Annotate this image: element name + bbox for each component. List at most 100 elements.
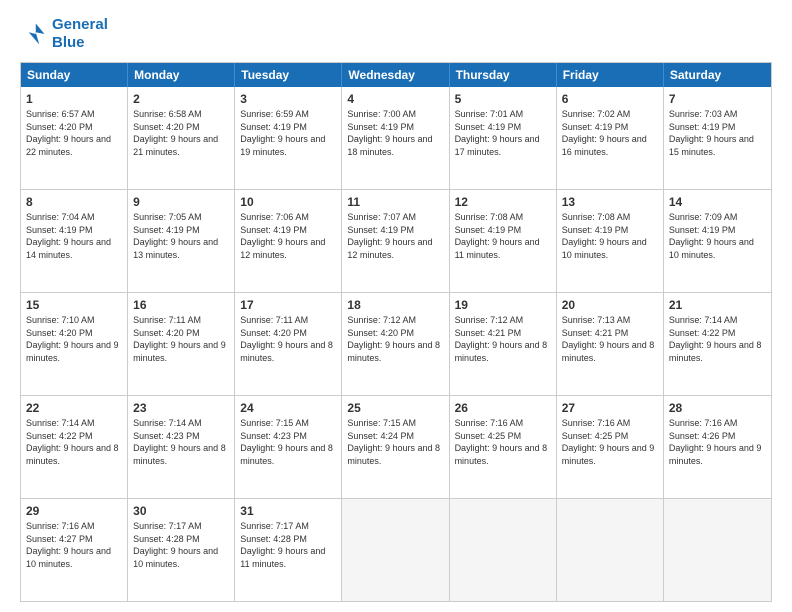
day-info: Sunrise: 7:14 AM Sunset: 4:22 PM Dayligh…	[26, 417, 122, 467]
day-cell-1: 1Sunrise: 6:57 AM Sunset: 4:20 PM Daylig…	[21, 87, 128, 189]
day-number: 2	[133, 91, 229, 107]
logo: General Blue	[20, 16, 108, 52]
day-number: 11	[347, 194, 443, 210]
day-number: 21	[669, 297, 766, 313]
calendar-header: SundayMondayTuesdayWednesdayThursdayFrid…	[21, 63, 771, 87]
day-cell-3: 3Sunrise: 6:59 AM Sunset: 4:19 PM Daylig…	[235, 87, 342, 189]
day-info: Sunrise: 6:58 AM Sunset: 4:20 PM Dayligh…	[133, 108, 229, 158]
day-cell-2: 2Sunrise: 6:58 AM Sunset: 4:20 PM Daylig…	[128, 87, 235, 189]
day-number: 13	[562, 194, 658, 210]
header: General Blue	[20, 16, 772, 52]
day-cell-14: 14Sunrise: 7:09 AM Sunset: 4:19 PM Dayli…	[664, 190, 771, 292]
day-number: 27	[562, 400, 658, 416]
calendar-row-5: 29Sunrise: 7:16 AM Sunset: 4:27 PM Dayli…	[21, 498, 771, 601]
day-cell-5: 5Sunrise: 7:01 AM Sunset: 4:19 PM Daylig…	[450, 87, 557, 189]
day-info: Sunrise: 7:04 AM Sunset: 4:19 PM Dayligh…	[26, 211, 122, 261]
day-info: Sunrise: 7:11 AM Sunset: 4:20 PM Dayligh…	[133, 314, 229, 364]
day-info: Sunrise: 6:57 AM Sunset: 4:20 PM Dayligh…	[26, 108, 122, 158]
day-number: 31	[240, 503, 336, 519]
day-number: 24	[240, 400, 336, 416]
day-info: Sunrise: 7:09 AM Sunset: 4:19 PM Dayligh…	[669, 211, 766, 261]
day-cell-10: 10Sunrise: 7:06 AM Sunset: 4:19 PM Dayli…	[235, 190, 342, 292]
day-cell-24: 24Sunrise: 7:15 AM Sunset: 4:23 PM Dayli…	[235, 396, 342, 498]
header-day-tuesday: Tuesday	[235, 63, 342, 87]
day-info: Sunrise: 7:14 AM Sunset: 4:23 PM Dayligh…	[133, 417, 229, 467]
day-number: 26	[455, 400, 551, 416]
day-cell-13: 13Sunrise: 7:08 AM Sunset: 4:19 PM Dayli…	[557, 190, 664, 292]
day-cell-25: 25Sunrise: 7:15 AM Sunset: 4:24 PM Dayli…	[342, 396, 449, 498]
day-cell-23: 23Sunrise: 7:14 AM Sunset: 4:23 PM Dayli…	[128, 396, 235, 498]
page: General Blue SundayMondayTuesdayWednesda…	[0, 0, 792, 612]
day-number: 25	[347, 400, 443, 416]
day-info: Sunrise: 7:17 AM Sunset: 4:28 PM Dayligh…	[133, 520, 229, 570]
day-info: Sunrise: 7:15 AM Sunset: 4:24 PM Dayligh…	[347, 417, 443, 467]
day-info: Sunrise: 7:13 AM Sunset: 4:21 PM Dayligh…	[562, 314, 658, 364]
day-cell-18: 18Sunrise: 7:12 AM Sunset: 4:20 PM Dayli…	[342, 293, 449, 395]
day-info: Sunrise: 7:12 AM Sunset: 4:20 PM Dayligh…	[347, 314, 443, 364]
day-number: 7	[669, 91, 766, 107]
day-info: Sunrise: 7:16 AM Sunset: 4:25 PM Dayligh…	[562, 417, 658, 467]
day-number: 15	[26, 297, 122, 313]
empty-cell	[664, 499, 771, 601]
day-info: Sunrise: 7:15 AM Sunset: 4:23 PM Dayligh…	[240, 417, 336, 467]
day-number: 19	[455, 297, 551, 313]
empty-cell	[342, 499, 449, 601]
day-info: Sunrise: 7:16 AM Sunset: 4:25 PM Dayligh…	[455, 417, 551, 467]
day-cell-26: 26Sunrise: 7:16 AM Sunset: 4:25 PM Dayli…	[450, 396, 557, 498]
day-number: 22	[26, 400, 122, 416]
logo-icon	[20, 20, 48, 48]
day-info: Sunrise: 7:12 AM Sunset: 4:21 PM Dayligh…	[455, 314, 551, 364]
day-cell-31: 31Sunrise: 7:17 AM Sunset: 4:28 PM Dayli…	[235, 499, 342, 601]
day-cell-29: 29Sunrise: 7:16 AM Sunset: 4:27 PM Dayli…	[21, 499, 128, 601]
day-cell-11: 11Sunrise: 7:07 AM Sunset: 4:19 PM Dayli…	[342, 190, 449, 292]
calendar: SundayMondayTuesdayWednesdayThursdayFrid…	[20, 62, 772, 602]
day-info: Sunrise: 7:02 AM Sunset: 4:19 PM Dayligh…	[562, 108, 658, 158]
day-info: Sunrise: 7:17 AM Sunset: 4:28 PM Dayligh…	[240, 520, 336, 570]
day-number: 14	[669, 194, 766, 210]
day-info: Sunrise: 7:01 AM Sunset: 4:19 PM Dayligh…	[455, 108, 551, 158]
day-number: 16	[133, 297, 229, 313]
day-info: Sunrise: 7:08 AM Sunset: 4:19 PM Dayligh…	[455, 211, 551, 261]
day-cell-15: 15Sunrise: 7:10 AM Sunset: 4:20 PM Dayli…	[21, 293, 128, 395]
day-cell-7: 7Sunrise: 7:03 AM Sunset: 4:19 PM Daylig…	[664, 87, 771, 189]
day-info: Sunrise: 7:00 AM Sunset: 4:19 PM Dayligh…	[347, 108, 443, 158]
day-info: Sunrise: 6:59 AM Sunset: 4:19 PM Dayligh…	[240, 108, 336, 158]
calendar-body: 1Sunrise: 6:57 AM Sunset: 4:20 PM Daylig…	[21, 87, 771, 601]
day-info: Sunrise: 7:05 AM Sunset: 4:19 PM Dayligh…	[133, 211, 229, 261]
day-cell-21: 21Sunrise: 7:14 AM Sunset: 4:22 PM Dayli…	[664, 293, 771, 395]
calendar-row-3: 15Sunrise: 7:10 AM Sunset: 4:20 PM Dayli…	[21, 292, 771, 395]
day-cell-22: 22Sunrise: 7:14 AM Sunset: 4:22 PM Dayli…	[21, 396, 128, 498]
day-number: 17	[240, 297, 336, 313]
header-day-saturday: Saturday	[664, 63, 771, 87]
header-day-monday: Monday	[128, 63, 235, 87]
day-info: Sunrise: 7:16 AM Sunset: 4:27 PM Dayligh…	[26, 520, 122, 570]
empty-cell	[450, 499, 557, 601]
day-cell-4: 4Sunrise: 7:00 AM Sunset: 4:19 PM Daylig…	[342, 87, 449, 189]
logo-text: General Blue	[52, 16, 108, 52]
day-cell-12: 12Sunrise: 7:08 AM Sunset: 4:19 PM Dayli…	[450, 190, 557, 292]
day-info: Sunrise: 7:11 AM Sunset: 4:20 PM Dayligh…	[240, 314, 336, 364]
day-cell-19: 19Sunrise: 7:12 AM Sunset: 4:21 PM Dayli…	[450, 293, 557, 395]
calendar-row-2: 8Sunrise: 7:04 AM Sunset: 4:19 PM Daylig…	[21, 189, 771, 292]
day-number: 1	[26, 91, 122, 107]
header-day-thursday: Thursday	[450, 63, 557, 87]
day-info: Sunrise: 7:07 AM Sunset: 4:19 PM Dayligh…	[347, 211, 443, 261]
day-number: 20	[562, 297, 658, 313]
day-number: 30	[133, 503, 229, 519]
header-day-friday: Friday	[557, 63, 664, 87]
header-day-wednesday: Wednesday	[342, 63, 449, 87]
day-cell-27: 27Sunrise: 7:16 AM Sunset: 4:25 PM Dayli…	[557, 396, 664, 498]
day-info: Sunrise: 7:03 AM Sunset: 4:19 PM Dayligh…	[669, 108, 766, 158]
calendar-row-1: 1Sunrise: 6:57 AM Sunset: 4:20 PM Daylig…	[21, 87, 771, 189]
day-number: 23	[133, 400, 229, 416]
day-cell-17: 17Sunrise: 7:11 AM Sunset: 4:20 PM Dayli…	[235, 293, 342, 395]
empty-cell	[557, 499, 664, 601]
day-cell-9: 9Sunrise: 7:05 AM Sunset: 4:19 PM Daylig…	[128, 190, 235, 292]
day-number: 5	[455, 91, 551, 107]
day-info: Sunrise: 7:06 AM Sunset: 4:19 PM Dayligh…	[240, 211, 336, 261]
day-number: 9	[133, 194, 229, 210]
day-cell-20: 20Sunrise: 7:13 AM Sunset: 4:21 PM Dayli…	[557, 293, 664, 395]
day-number: 28	[669, 400, 766, 416]
day-number: 29	[26, 503, 122, 519]
day-info: Sunrise: 7:16 AM Sunset: 4:26 PM Dayligh…	[669, 417, 766, 467]
